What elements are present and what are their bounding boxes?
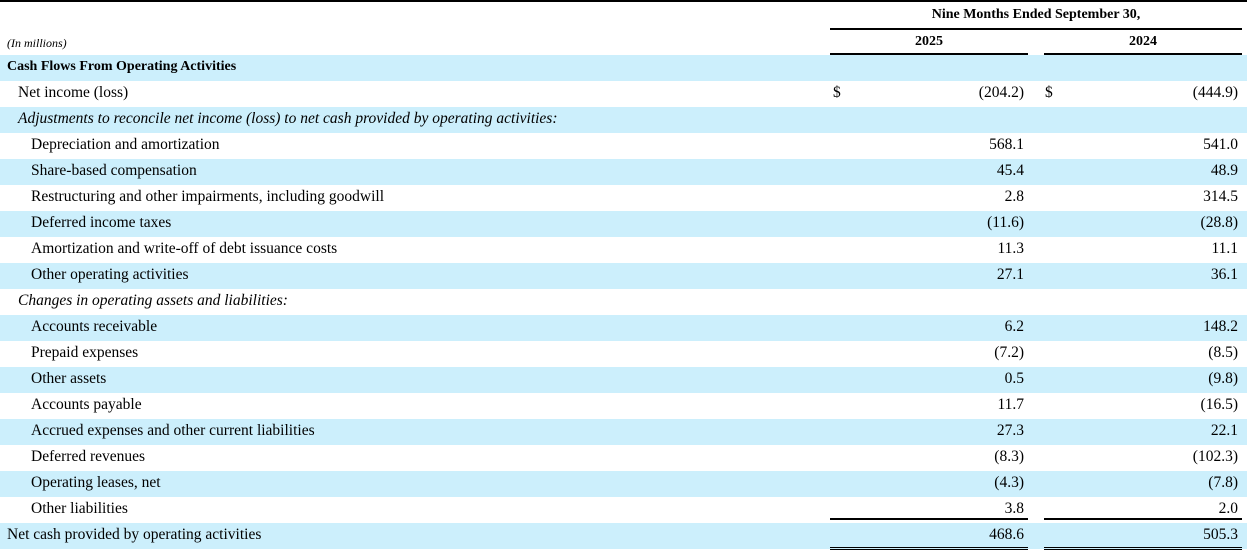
total-row: Net cash provided by operating activitie… <box>0 523 1247 549</box>
row-label: Deferred income taxes <box>31 214 172 231</box>
value-2024: 48.9 <box>1210 162 1238 179</box>
table-row: Accrued expenses and other current liabi… <box>0 419 1247 445</box>
row-label: Other liabilities <box>31 500 128 517</box>
year-2025-header: 2025 <box>915 34 943 49</box>
row-label: Cash Flows From Operating Activities <box>7 59 237 74</box>
table-row: Restructuring and other impairments, inc… <box>0 185 1247 211</box>
value-2024: 11.1 <box>1211 240 1238 257</box>
table-row: Other operating activities 27.1 36.1 <box>0 263 1247 289</box>
value-2024: 22.1 <box>1210 422 1238 439</box>
units-label: (In millions) <box>7 36 67 50</box>
currency-symbol-2025: $ <box>833 84 841 101</box>
row-label: Net cash provided by operating activitie… <box>7 526 262 543</box>
row-label: Accrued expenses and other current liabi… <box>31 422 315 439</box>
row-label: Net income (loss) <box>18 84 129 101</box>
table-row: Share-based compensation 45.4 48.9 <box>0 159 1247 185</box>
row-label: Depreciation and amortization <box>31 136 220 153</box>
value-2024: (444.9) <box>1192 84 1238 101</box>
double-rule-2024 <box>1044 547 1242 550</box>
value-2025: 11.7 <box>997 396 1024 413</box>
table-row: Prepaid expenses (7.2) (8.5) <box>0 341 1247 367</box>
value-2025: 0.5 <box>1004 370 1024 387</box>
value-2024: (8.5) <box>1208 344 1238 361</box>
value-2024: 314.5 <box>1203 188 1238 205</box>
value-2024: (102.3) <box>1192 448 1238 465</box>
row-label: Adjustments to reconcile net income (los… <box>18 110 558 127</box>
total-rule-2025 <box>830 518 1028 520</box>
value-2025: 2.8 <box>1004 188 1024 205</box>
row-label: Operating leases, net <box>31 474 161 491</box>
table-row: Net income (loss) $ $ (204.2) (444.9) <box>0 81 1247 107</box>
value-2024: (7.8) <box>1208 474 1238 491</box>
row-label: Other assets <box>31 370 107 387</box>
table-row: Other assets 0.5 (9.8) <box>0 367 1247 393</box>
value-2024: (9.8) <box>1208 370 1238 387</box>
value-2025: (11.6) <box>987 214 1024 231</box>
year-2024-header: 2024 <box>1129 34 1157 49</box>
table-row: Depreciation and amortization 568.1 541.0 <box>0 133 1247 159</box>
currency-symbol-2024: $ <box>1045 84 1053 101</box>
row-label: Accounts receivable <box>31 318 158 335</box>
row-label: Prepaid expenses <box>31 344 139 361</box>
row-label: Other operating activities <box>31 266 189 283</box>
period-header: Nine Months Ended September 30, <box>931 7 1141 22</box>
value-2025: 45.4 <box>996 162 1024 179</box>
total-rule-2024 <box>1044 518 1242 520</box>
value-2024: 541.0 <box>1203 136 1238 153</box>
row-label: Changes in operating assets and liabilit… <box>18 292 288 309</box>
row-label: Restructuring and other impairments, inc… <box>31 188 384 205</box>
row-label: Deferred revenues <box>31 448 146 465</box>
value-2025: 11.3 <box>997 240 1024 257</box>
value-2025: (4.3) <box>994 474 1024 491</box>
row-label: Accounts payable <box>31 396 142 413</box>
value-2025: 27.3 <box>996 422 1024 439</box>
row-label: Share-based compensation <box>31 162 197 179</box>
period-rule <box>830 28 1242 30</box>
value-2024: 36.1 <box>1210 266 1238 283</box>
value-2025: 27.1 <box>996 266 1024 283</box>
value-2025: 6.2 <box>1004 318 1024 335</box>
table-row: Deferred revenues (8.3) (102.3) <box>0 445 1247 471</box>
value-2025: 3.8 <box>1004 500 1024 517</box>
table-row: Amortization and write-off of debt issua… <box>0 237 1247 263</box>
value-2024: 148.2 <box>1203 318 1238 335</box>
value-2025: 568.1 <box>989 136 1024 153</box>
table-row: Operating leases, net (4.3) (7.8) <box>0 471 1247 497</box>
value-2024: 505.3 <box>1203 526 1238 543</box>
value-2025: (204.2) <box>978 84 1024 101</box>
value-2025: 468.6 <box>989 526 1024 543</box>
table-row: Deferred income taxes (11.6) (28.8) <box>0 211 1247 237</box>
double-rule-2025 <box>830 547 1028 550</box>
row-label: Amortization and write-off of debt issua… <box>31 240 338 257</box>
table-row: Accounts receivable 6.2 148.2 <box>0 315 1247 341</box>
value-2024: 2.0 <box>1218 500 1238 517</box>
value-2025: (8.3) <box>994 448 1024 465</box>
subheading-row: Adjustments to reconcile net income (los… <box>0 107 1247 133</box>
value-2024: (28.8) <box>1200 214 1238 231</box>
cash-flow-table: Cash Flows From Operating Activities Net … <box>0 55 1247 549</box>
section-header-row: Cash Flows From Operating Activities <box>0 55 1247 81</box>
table-row: Accounts payable 11.7 (16.5) <box>0 393 1247 419</box>
value-2024: (16.5) <box>1200 396 1238 413</box>
top-rule <box>0 0 1247 2</box>
subheading-row: Changes in operating assets and liabilit… <box>0 289 1247 315</box>
value-2025: (7.2) <box>994 344 1024 361</box>
